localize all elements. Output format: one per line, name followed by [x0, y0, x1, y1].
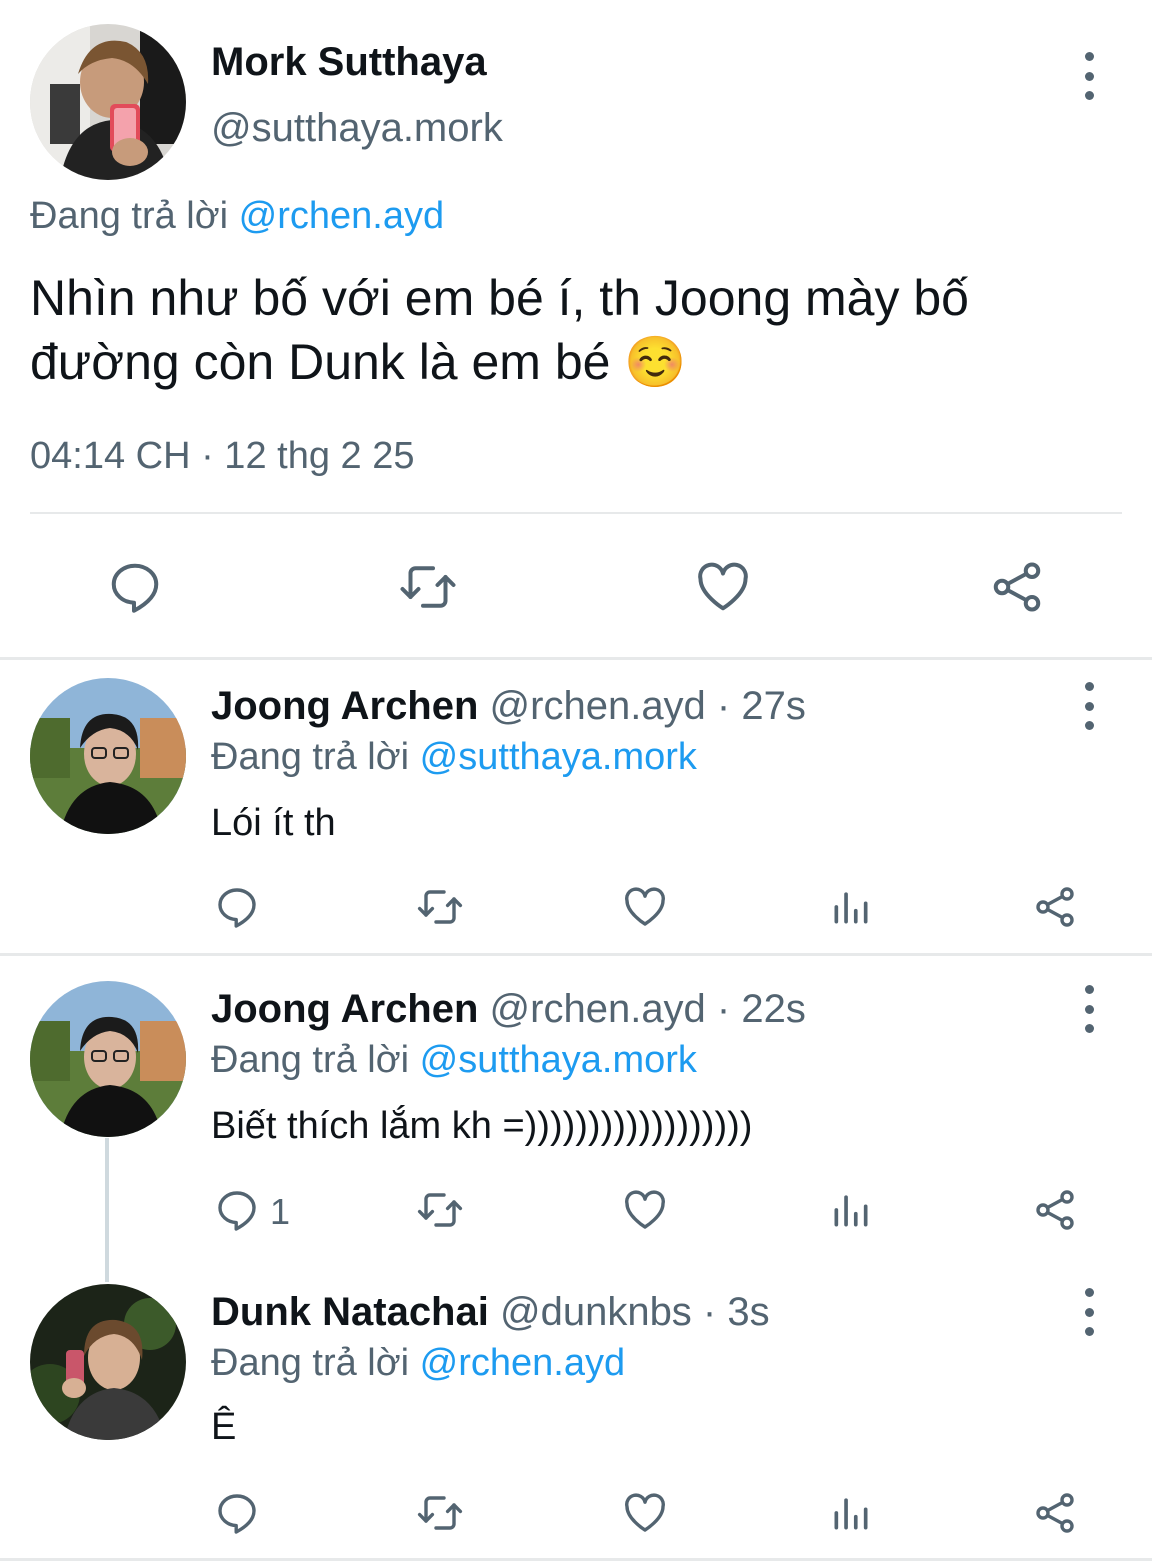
reply-author-name[interactable]: Dunk Natachai — [211, 1290, 489, 1334]
replying-mention[interactable]: @rchen.ayd — [420, 1342, 625, 1384]
reply-meta[interactable]: @dunknbs · 3s — [489, 1290, 770, 1334]
replying-mention[interactable]: @rchen.ayd — [239, 195, 444, 237]
reply-header: Joong Archen @rchen.ayd · 22s — [211, 987, 806, 1032]
tweet-text: Nhìn như bố với em bé í, th Joong mày bố… — [30, 270, 969, 390]
replying-prefix: Đang trả lời — [211, 1342, 420, 1384]
reply-count: 1 — [270, 1191, 291, 1232]
analytics-icon[interactable] — [824, 1488, 878, 1538]
reply-icon[interactable] — [100, 555, 170, 619]
section-divider — [0, 657, 1152, 660]
section-divider — [0, 953, 1152, 956]
reply-meta[interactable]: @rchen.ayd · 22s — [478, 987, 806, 1031]
replying-to-line: Đang trả lời @sutthaya.mork — [211, 1039, 697, 1082]
retweet-icon[interactable] — [412, 882, 468, 932]
avatar-mork[interactable] — [30, 24, 186, 180]
reply-author-name[interactable]: Joong Archen — [211, 987, 478, 1031]
reply-text: Lói ít th — [211, 802, 336, 844]
replying-mention[interactable]: @sutthaya.mork — [420, 1039, 697, 1081]
more-vertical-icon[interactable] — [1069, 1282, 1109, 1342]
share-icon[interactable] — [1028, 882, 1082, 932]
share-icon[interactable] — [1028, 1185, 1082, 1235]
retweet-icon[interactable] — [412, 1488, 468, 1538]
avatar-dunk[interactable] — [30, 1284, 186, 1440]
reply-meta[interactable]: @rchen.ayd · 27s — [478, 684, 806, 728]
tweet-timestamp[interactable]: 04:14 CH · 12 thg 2 25 — [30, 435, 414, 478]
more-vertical-icon[interactable] — [1069, 676, 1109, 736]
replying-prefix: Đang trả lời — [30, 195, 239, 237]
more-vertical-icon[interactable] — [1069, 979, 1109, 1039]
thread-line — [105, 1138, 109, 1282]
reply-text: Ê — [211, 1406, 237, 1448]
avatar-joong[interactable] — [30, 981, 186, 1137]
heart-icon[interactable] — [618, 882, 672, 932]
share-icon[interactable] — [982, 555, 1052, 619]
more-vertical-icon[interactable] — [1069, 46, 1109, 106]
divider — [30, 512, 1122, 514]
heart-icon[interactable] — [618, 1185, 672, 1235]
reply-icon[interactable] — [210, 1185, 264, 1235]
replying-to-line: Đang trả lời @sutthaya.mork — [211, 736, 697, 779]
reply-author-name[interactable]: Joong Archen — [211, 684, 478, 728]
reply-text: Biết thích lắm kh =)))))))))))))))))) — [211, 1105, 753, 1147]
share-icon[interactable] — [1028, 1488, 1082, 1538]
replying-prefix: Đang trả lời — [211, 1039, 420, 1081]
reply-header: Dunk Natachai @dunknbs · 3s — [211, 1290, 770, 1335]
reply-icon[interactable] — [210, 882, 264, 932]
author-handle[interactable]: @sutthaya.mork — [211, 106, 503, 151]
retweet-icon[interactable] — [393, 555, 463, 619]
heart-icon[interactable] — [618, 1488, 672, 1538]
replying-to-line: Đang trả lời @rchen.ayd — [211, 1342, 625, 1385]
avatar-joong[interactable] — [30, 678, 186, 834]
reply-icon[interactable] — [210, 1488, 264, 1538]
retweet-icon[interactable] — [412, 1185, 468, 1235]
replying-to-line: Đang trả lời @rchen.ayd — [30, 195, 444, 238]
replying-prefix: Đang trả lời — [211, 736, 420, 778]
reply-header: Joong Archen @rchen.ayd · 27s — [211, 684, 806, 729]
replying-mention[interactable]: @sutthaya.mork — [420, 736, 697, 778]
author-name[interactable]: Mork Sutthaya — [211, 40, 487, 85]
analytics-icon[interactable] — [824, 882, 878, 932]
section-divider — [0, 1558, 1152, 1561]
heart-icon[interactable] — [688, 555, 758, 619]
analytics-icon[interactable] — [824, 1185, 878, 1235]
